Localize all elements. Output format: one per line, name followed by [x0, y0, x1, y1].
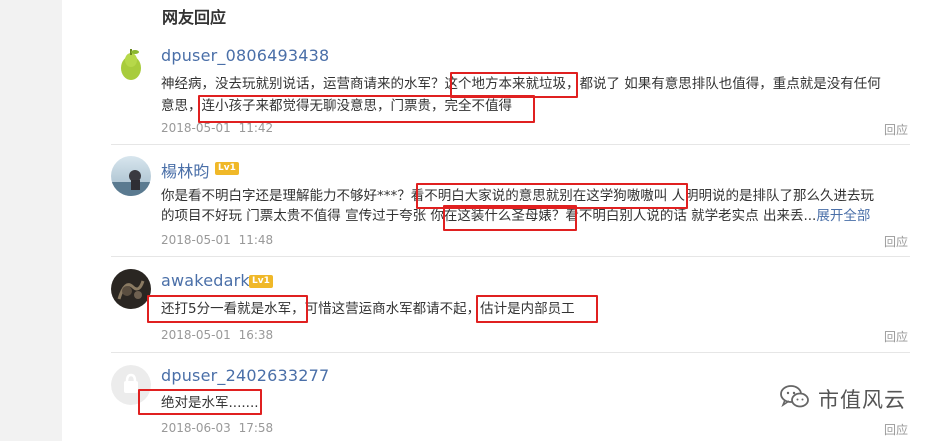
level-badge: Lv1: [215, 162, 239, 175]
avatar[interactable]: [111, 156, 151, 196]
divider: [111, 256, 910, 257]
comment-date: 2018-05-01: [161, 233, 231, 247]
comment-timestamp: 2018-05-01 11:42: [161, 121, 273, 135]
highlight-box: [476, 295, 598, 323]
comment-date: 2018-05-01: [161, 328, 231, 342]
watermark: 市值风云: [780, 384, 906, 414]
reply-button[interactable]: 回应: [884, 121, 908, 138]
highlight-box: [147, 295, 308, 323]
avatar[interactable]: [111, 44, 151, 84]
username[interactable]: dpuser_0806493438: [161, 46, 329, 65]
avatar[interactable]: [111, 269, 151, 309]
divider: [111, 144, 910, 145]
divider: [111, 352, 910, 353]
highlight-box: [443, 205, 577, 231]
username[interactable]: 楊林昀: [161, 158, 210, 182]
comment-date: 2018-05-01: [161, 121, 231, 135]
comment-time: 16:38: [238, 328, 274, 342]
comment-date: 2018-06-03: [161, 421, 231, 435]
expand-all-link[interactable]: 展开全部: [816, 208, 870, 224]
reply-button[interactable]: 回应: [884, 328, 908, 345]
level-badge: Lv1: [249, 275, 273, 288]
watermark-text: 市值风云: [818, 388, 906, 412]
comment-timestamp: 2018-05-01 11:48: [161, 233, 273, 247]
highlight-box: [138, 389, 262, 415]
comment-time: 17:58: [238, 421, 274, 435]
comment-timestamp: 2018-05-01 16:38: [161, 328, 273, 342]
username[interactable]: awakedark: [161, 271, 250, 290]
username[interactable]: dpuser_2402633277: [161, 366, 329, 385]
section-title: 网友回应: [162, 8, 227, 27]
comment-time: 11:42: [238, 121, 274, 135]
highlight-box: [198, 95, 535, 123]
reply-button[interactable]: 回应: [884, 421, 908, 438]
comment-time: 11:48: [238, 233, 274, 247]
reply-button[interactable]: 回应: [884, 233, 908, 250]
comment-timestamp: 2018-06-03 17:58: [161, 421, 273, 435]
wechat-icon: [780, 384, 810, 414]
